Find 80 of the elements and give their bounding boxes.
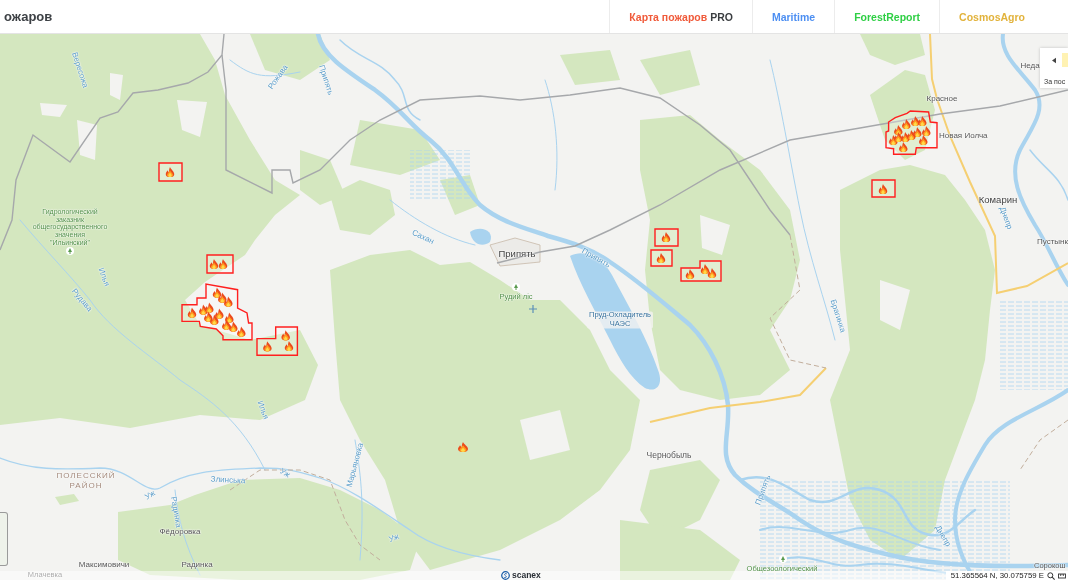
marsh-area	[410, 150, 470, 200]
flame-icon	[263, 340, 272, 352]
place-label: Фёдоровка	[159, 527, 201, 537]
fire-zone[interactable]	[680, 260, 722, 282]
flame-icon	[212, 287, 221, 299]
nav-link[interactable]: ForestReport	[834, 0, 940, 33]
district-label: ПОЛЕССКИЙ РАЙОН	[55, 471, 117, 491]
place-label: Припять	[498, 248, 536, 260]
flame-icon	[458, 442, 468, 452]
nav-link[interactable]: Карта пожаров PRO	[609, 0, 752, 33]
flame-icon	[898, 141, 908, 153]
river-label: Припять	[316, 63, 336, 97]
lake	[470, 228, 491, 245]
app-title: ожаров	[4, 9, 53, 24]
flame-icon	[285, 340, 294, 351]
town-area	[489, 237, 541, 267]
flame-icon	[893, 131, 903, 143]
flame-icon	[656, 252, 666, 264]
river-label: Радинка	[168, 495, 184, 529]
nav-link[interactable]: Maritime	[751, 0, 835, 33]
flame-icon	[685, 268, 695, 280]
tree-icon	[512, 283, 520, 291]
flame-icon	[223, 296, 233, 308]
logo-icon	[501, 571, 510, 580]
river-label: Илья	[96, 266, 112, 288]
place-label: Радинка	[181, 560, 213, 570]
tree-icon	[779, 555, 787, 563]
flame-icon	[707, 267, 717, 279]
flame-icon	[221, 319, 231, 331]
flame-icon	[224, 312, 234, 324]
fire-zone[interactable]	[654, 228, 679, 247]
caret-icon[interactable]	[1052, 56, 1056, 64]
river-label: Уж	[278, 466, 292, 480]
fire-zone[interactable]	[158, 162, 183, 182]
minimap-thumbnail[interactable]	[0, 512, 8, 566]
forest-area	[55, 494, 79, 505]
flame-icon	[918, 134, 928, 146]
flame-icon	[281, 329, 291, 341]
crosshair-icon	[529, 305, 537, 313]
nav-link[interactable]: CosmosAgro	[939, 0, 1044, 33]
fire-zone[interactable]	[884, 110, 938, 156]
tree-icon	[66, 247, 74, 255]
river-label: Уж	[143, 488, 157, 502]
forest-area	[560, 50, 620, 85]
fire-zone[interactable]	[206, 254, 234, 274]
flame-icon	[906, 129, 916, 141]
boundary-line	[1019, 419, 1068, 471]
fire-zone[interactable]	[871, 179, 896, 198]
fire-zone[interactable]	[256, 325, 299, 356]
place-label: Пустынк	[1037, 237, 1068, 247]
logo-text: scanex	[512, 571, 541, 580]
river-label: Злинська	[210, 474, 246, 486]
fire-zone[interactable]	[180, 283, 253, 341]
fire-zone[interactable]	[650, 249, 673, 267]
flame-icon	[661, 231, 671, 243]
place-label: Комарин	[978, 194, 1018, 206]
flame-icon	[910, 115, 920, 127]
ruler-icon[interactable]	[1058, 571, 1066, 580]
river-label: Илья	[255, 399, 271, 421]
place-label: Максимовичи	[78, 560, 130, 570]
flame-icon	[209, 258, 219, 270]
flame-icon	[236, 326, 246, 338]
flame-icon	[165, 166, 175, 178]
flame-icon	[917, 115, 927, 127]
flame-icon	[901, 118, 911, 130]
river-label: Уж	[387, 531, 401, 545]
river-label: Днепр	[997, 205, 1015, 231]
flame-icon	[217, 292, 227, 304]
flame-icon	[893, 124, 903, 136]
flame-icon	[204, 302, 214, 314]
place-label: Чернобыль	[646, 451, 692, 461]
search-icon[interactable]	[1047, 571, 1055, 580]
flame-icon	[700, 263, 710, 275]
flame-icon	[921, 125, 931, 137]
flame-icon	[218, 258, 228, 270]
place-label: Неда	[1020, 61, 1040, 71]
flame-icon	[187, 307, 196, 319]
flame-icon	[214, 308, 224, 320]
flame-icon	[878, 183, 888, 195]
forest-area	[640, 50, 700, 95]
